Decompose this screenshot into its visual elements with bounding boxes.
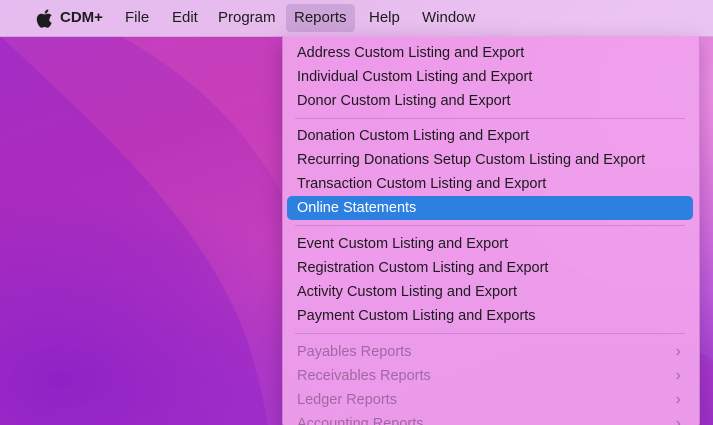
menu-item-payment-custom-listing[interactable]: Payment Custom Listing and Exports bbox=[287, 304, 693, 328]
menubar-item-window[interactable]: Window bbox=[422, 0, 475, 36]
menu-item-accounting-reports: Accounting Reports › bbox=[287, 412, 693, 425]
menu-item-label: Receivables Reports bbox=[297, 368, 431, 384]
reports-menu: Address Custom Listing and Export Indivi… bbox=[282, 36, 700, 425]
menu-item-event-custom-listing[interactable]: Event Custom Listing and Export bbox=[287, 232, 693, 256]
menubar-item-app[interactable]: CDM+ bbox=[60, 0, 103, 36]
menubar-item-file[interactable]: File bbox=[125, 0, 149, 36]
chevron-right-icon: › bbox=[675, 415, 681, 425]
menu-item-payables-reports: Payables Reports › bbox=[287, 340, 693, 364]
chevron-right-icon: › bbox=[675, 391, 681, 408]
menu-separator bbox=[295, 333, 685, 334]
menubar-item-edit[interactable]: Edit bbox=[172, 0, 198, 36]
menubar-item-reports[interactable]: Reports bbox=[286, 4, 355, 32]
menu-separator bbox=[295, 118, 685, 119]
menu-item-receivables-reports: Receivables Reports › bbox=[287, 364, 693, 388]
menu-item-individual-custom-listing[interactable]: Individual Custom Listing and Export bbox=[287, 65, 693, 89]
menu-item-registration-custom-listing[interactable]: Registration Custom Listing and Export bbox=[287, 256, 693, 280]
apple-icon[interactable] bbox=[36, 9, 53, 28]
menu-item-ledger-reports: Ledger Reports › bbox=[287, 388, 693, 412]
menu-item-label: Ledger Reports bbox=[297, 392, 397, 408]
menu-item-donor-custom-listing[interactable]: Donor Custom Listing and Export bbox=[287, 89, 693, 113]
menu-item-address-custom-listing[interactable]: Address Custom Listing and Export bbox=[287, 41, 693, 65]
menu-item-donation-custom-listing[interactable]: Donation Custom Listing and Export bbox=[287, 124, 693, 148]
menu-item-label: Payables Reports bbox=[297, 344, 412, 360]
menubar-item-program[interactable]: Program bbox=[218, 0, 276, 36]
menubar-item-help[interactable]: Help bbox=[369, 0, 400, 36]
desktop: CDM+ File Edit Program Reports Help Wind… bbox=[0, 0, 713, 425]
menu-item-recurring-donations-setup[interactable]: Recurring Donations Setup Custom Listing… bbox=[287, 148, 693, 172]
menu-item-online-statements[interactable]: Online Statements bbox=[287, 196, 693, 220]
menu-bar: CDM+ File Edit Program Reports Help Wind… bbox=[0, 0, 713, 37]
menu-item-activity-custom-listing[interactable]: Activity Custom Listing and Export bbox=[287, 280, 693, 304]
menu-item-label: Accounting Reports bbox=[297, 416, 424, 425]
chevron-right-icon: › bbox=[675, 367, 681, 384]
menu-separator bbox=[295, 225, 685, 226]
chevron-right-icon: › bbox=[675, 343, 681, 360]
menu-item-transaction-custom-listing[interactable]: Transaction Custom Listing and Export bbox=[287, 172, 693, 196]
